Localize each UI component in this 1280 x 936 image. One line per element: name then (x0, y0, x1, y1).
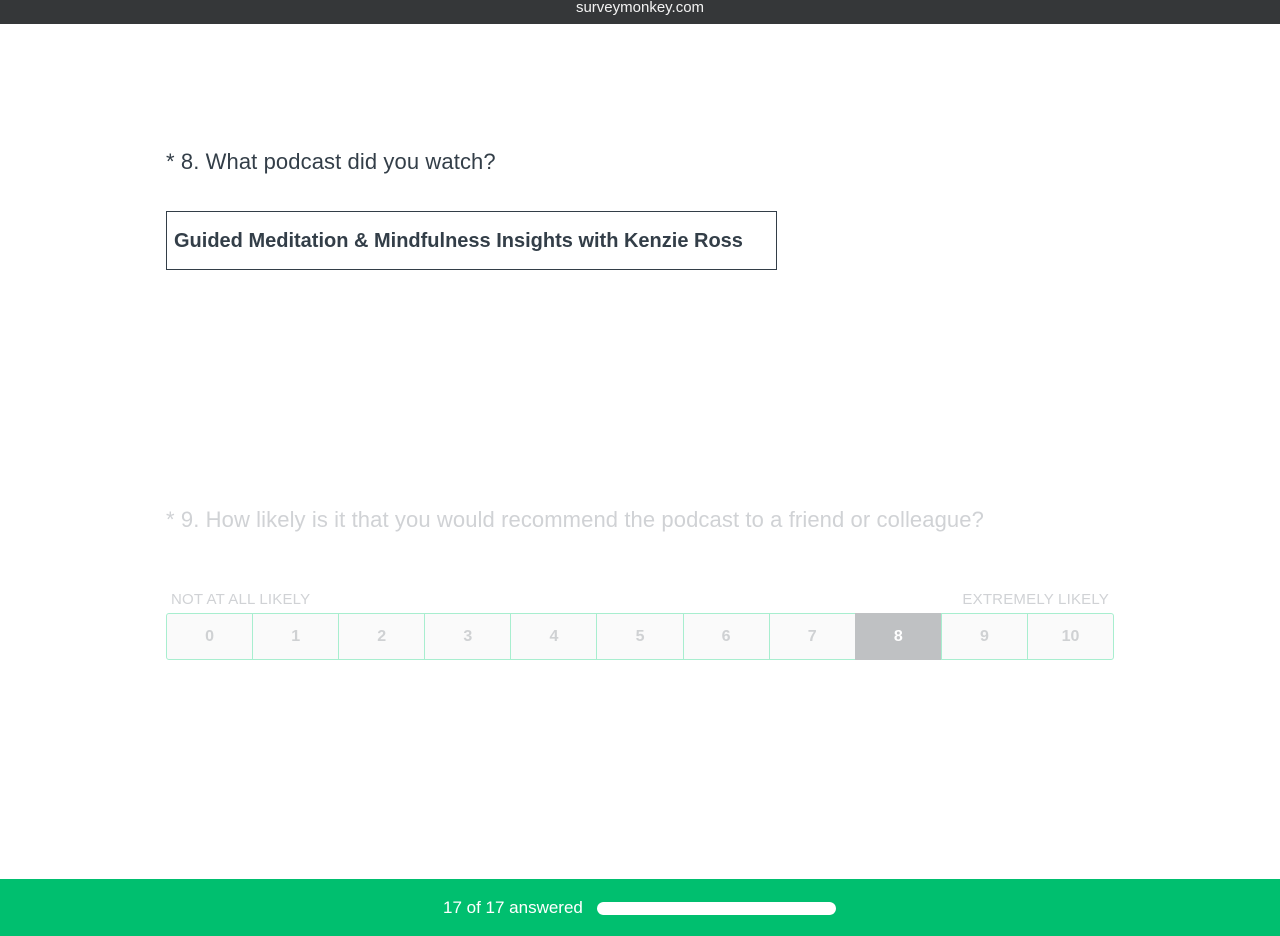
progress-bar (597, 902, 836, 915)
scale-option-5[interactable]: 5 (596, 613, 684, 660)
scale-option-6[interactable]: 6 (682, 613, 770, 660)
scale-label-low: NOT AT ALL LIKELY (171, 591, 311, 608)
progress-bar-fill (597, 902, 836, 915)
scale-option-10[interactable]: 10 (1026, 613, 1115, 660)
scale-option-2[interactable]: 2 (338, 613, 426, 660)
scale-option-3[interactable]: 3 (424, 613, 512, 660)
scale-option-9[interactable]: 9 (940, 613, 1028, 660)
podcast-answer-value: Guided Meditation & Mindfulness Insights… (174, 230, 743, 252)
scale-option-1[interactable]: 1 (252, 613, 340, 660)
domain-label: surveymonkey.com (575, 0, 705, 16)
question-8-title: * 8. What podcast did you watch? (166, 149, 496, 174)
scale-option-7[interactable]: 7 (768, 613, 856, 660)
progress-text: 17 of 17 answered (443, 898, 583, 917)
recommendation-scale: 0 1 2 3 4 5 6 7 8 9 10 (166, 613, 1115, 660)
question-9-title: * 9. How likely is it that you would rec… (166, 507, 984, 532)
scale-option-0[interactable]: 0 (166, 613, 254, 660)
scale-label-high: EXTREMELY LIKELY (962, 591, 1109, 608)
podcast-answer-field[interactable]: Guided Meditation & Mindfulness Insights… (166, 211, 777, 270)
progress-footer: 17 of 17 answered (0, 879, 1280, 936)
scale-option-4[interactable]: 4 (510, 613, 598, 660)
browser-address-bar: surveymonkey.com (0, 0, 1280, 24)
scale-option-8[interactable]: 8 (854, 613, 942, 660)
